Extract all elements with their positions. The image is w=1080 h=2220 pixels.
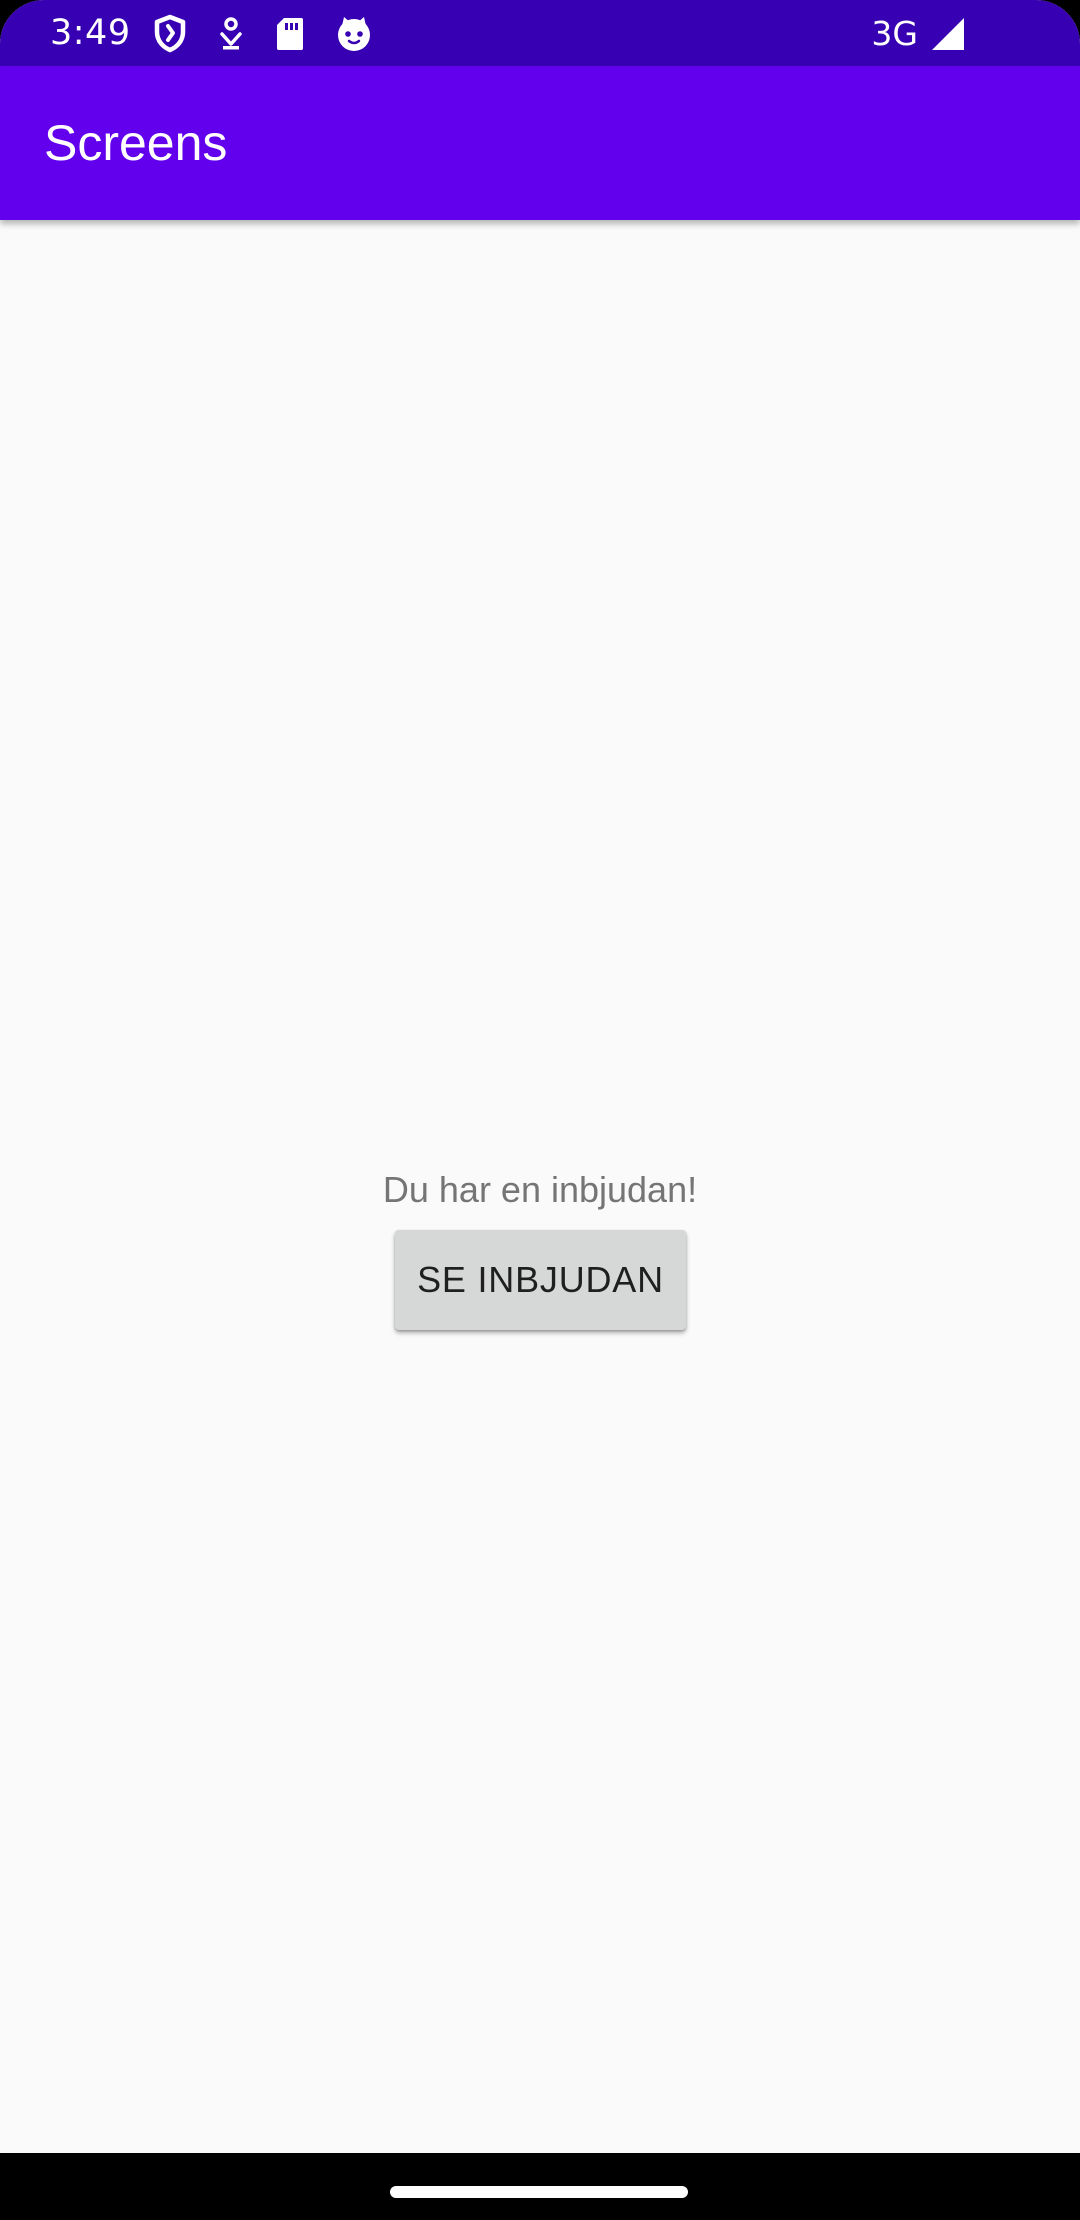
shield-icon bbox=[154, 14, 186, 53]
status-icons-right: 3G bbox=[871, 14, 966, 54]
home-gesture-handle[interactable] bbox=[390, 2186, 688, 2198]
device-screen: 3:49 3G Screens Du har en inbjudan! SE I… bbox=[0, 0, 1080, 2220]
status-icons-left bbox=[152, 14, 374, 54]
sd-card-icon bbox=[277, 18, 303, 50]
invitation-message: Du har en inbjudan! bbox=[382, 1169, 698, 1210]
network-type-label: 3G bbox=[871, 14, 918, 53]
main-content: Du har en inbjudan! SE INBJUDAN bbox=[0, 220, 1080, 2153]
app-bar: Screens bbox=[0, 66, 1080, 220]
view-invitation-button[interactable]: SE INBJUDAN bbox=[395, 1230, 686, 1330]
cat-face-icon bbox=[338, 17, 370, 51]
signal-icon bbox=[932, 18, 964, 50]
app-window: 3:49 3G Screens Du har en inbjudan! SE I… bbox=[0, 0, 1080, 2153]
status-bar: 3:49 3G bbox=[0, 0, 1080, 66]
app-title: Screens bbox=[44, 115, 228, 171]
status-time: 3:49 bbox=[50, 13, 131, 53]
navigation-bar bbox=[0, 2153, 1080, 2220]
download-icon bbox=[220, 17, 242, 50]
